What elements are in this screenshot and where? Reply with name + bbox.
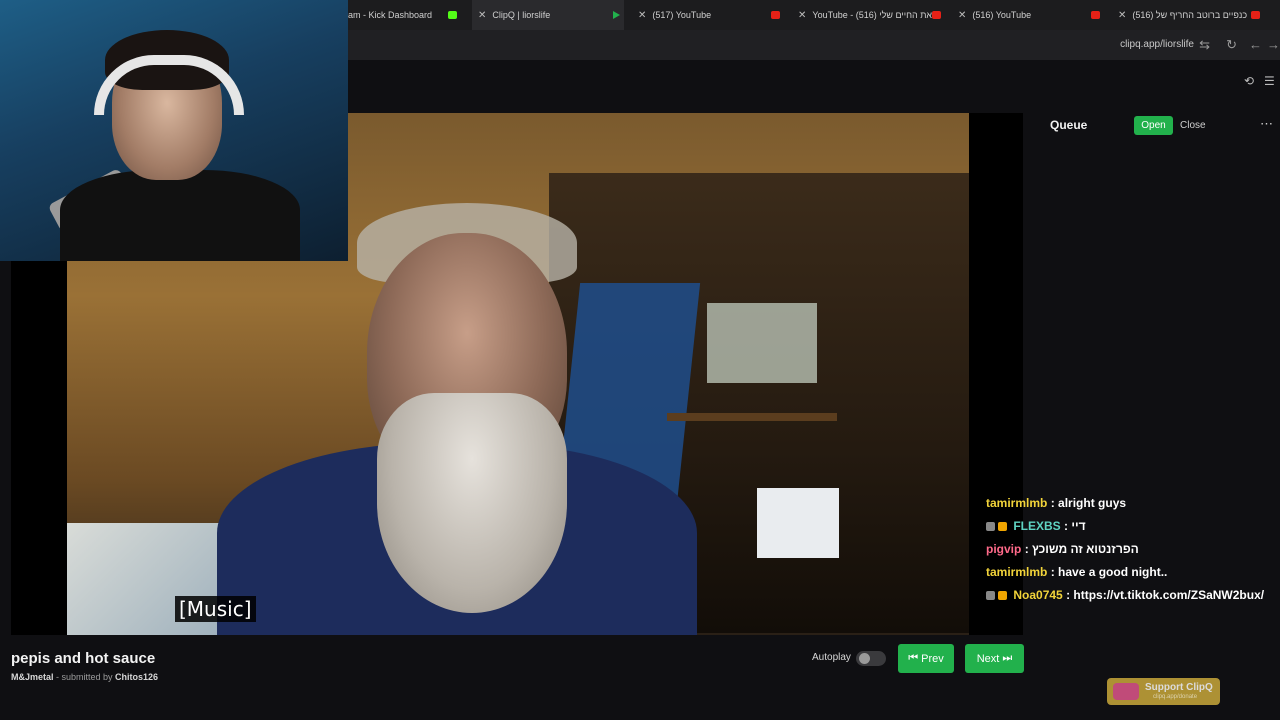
youtube-icon bbox=[771, 11, 780, 19]
autoplay-toggle[interactable] bbox=[856, 651, 886, 666]
tab-title: YouTube - את החיים שלי (516) bbox=[812, 10, 933, 20]
clip-channel[interactable]: M&Jmetal bbox=[11, 672, 54, 682]
printer-box bbox=[757, 488, 839, 558]
shelf bbox=[667, 413, 837, 421]
tab-title: (517) YouTube bbox=[652, 10, 712, 20]
support-label: Support ClipQ bbox=[1145, 682, 1213, 693]
person-beard bbox=[377, 393, 567, 613]
forward-icon[interactable]: → bbox=[1267, 37, 1280, 52]
tab-youtube-516c[interactable]: ✕ (516) כנפיים ברוטב החריף של bbox=[1112, 0, 1264, 30]
close-icon[interactable]: ✕ bbox=[478, 10, 486, 21]
chat-text[interactable]: : https://vt.tiktok.com/ZSaNW2bux/ bbox=[1066, 588, 1264, 602]
streamer-webcam bbox=[0, 0, 348, 261]
close-icon[interactable]: ✕ bbox=[638, 10, 646, 21]
kick-icon bbox=[448, 11, 458, 19]
support-logo-icon bbox=[1113, 683, 1139, 700]
chat-text: : הפרזנטוא זה משוכץ bbox=[1024, 542, 1139, 556]
tab-title: am - Kick Dashboard bbox=[348, 10, 433, 20]
clip-title: pepis and hot sauce bbox=[11, 650, 156, 667]
chat-username: Noa0745 bbox=[1013, 588, 1063, 602]
clip-submitter[interactable]: Chitos126 bbox=[115, 672, 158, 682]
tab-youtube-516b[interactable]: ✕ (516) YouTube bbox=[952, 0, 1104, 30]
youtube-icon bbox=[932, 11, 942, 19]
wall-poster bbox=[707, 303, 817, 383]
tab-title: (516) כנפיים ברוטב החריף של bbox=[1132, 10, 1248, 20]
youtube-icon bbox=[1091, 11, 1100, 19]
close-icon[interactable]: ✕ bbox=[1118, 10, 1126, 21]
support-clipq-button[interactable]: Support ClipQ clipq.app/donate bbox=[1107, 678, 1220, 705]
chat-username: pigvip bbox=[986, 542, 1022, 556]
next-icon: ⏭ bbox=[1002, 652, 1013, 664]
chat-text: : alright guys bbox=[1050, 496, 1127, 510]
chat-message: Noa0745 : https://vt.tiktok.com/ZSaNW2bu… bbox=[986, 584, 1280, 607]
chat-message: pigvip : הפרזנטוא זה משוכץ bbox=[986, 538, 1280, 561]
tab-kick-dashboard[interactable]: am - Kick Dashboard bbox=[348, 0, 466, 30]
history-icon[interactable]: ⟲ bbox=[1244, 74, 1254, 88]
tab-youtube-516a[interactable]: ✕ YouTube - את החיים שלי (516) bbox=[792, 0, 944, 30]
settings-sliders-icon[interactable]: ☰ bbox=[1264, 74, 1275, 88]
crown-icon bbox=[998, 591, 1007, 601]
next-label: Next bbox=[976, 652, 1000, 665]
badge-icon bbox=[986, 522, 995, 532]
streamer-shirt bbox=[60, 170, 300, 261]
tab-title: ClipQ | liorslife bbox=[492, 10, 551, 20]
more-options-icon[interactable]: ⋯ bbox=[1260, 116, 1273, 132]
prev-icon: ⏮ bbox=[908, 652, 919, 664]
close-icon[interactable]: ✕ bbox=[958, 10, 966, 21]
prev-label: Prev bbox=[921, 652, 944, 665]
tab-youtube-517[interactable]: ✕ (517) YouTube bbox=[632, 0, 784, 30]
queue-title: Queue bbox=[1050, 118, 1088, 132]
clip-meta: M&Jmetal - submitted by Chitos126 bbox=[11, 672, 158, 682]
chat-text: : have a good night.. bbox=[1050, 565, 1168, 579]
next-button[interactable]: Next ⏭ bbox=[965, 644, 1024, 673]
prev-button[interactable]: ⏮ Prev bbox=[898, 644, 954, 673]
back-icon[interactable]: ← bbox=[1249, 37, 1262, 52]
queue-open-button[interactable]: Open bbox=[1134, 116, 1173, 135]
tab-clipq[interactable]: ✕ ClipQ | liorslife bbox=[472, 0, 624, 30]
support-sub: clipq.app/donate bbox=[1153, 694, 1198, 700]
clipq-icon bbox=[613, 11, 620, 19]
queue-close-button[interactable]: Close bbox=[1180, 116, 1206, 135]
video-caption: [Music] bbox=[175, 596, 256, 622]
chat-message: tamirmlmb : alright guys bbox=[986, 492, 1280, 515]
chat-message: tamirmlmb : have a good night.. bbox=[986, 561, 1280, 584]
translate-icon[interactable]: ⇆ bbox=[1199, 37, 1210, 53]
chat-overlay: tamirmlmb : alright guys FLEXBS : דיי pi… bbox=[986, 492, 1280, 607]
submitted-by-text: - submitted by bbox=[53, 672, 116, 682]
close-icon[interactable]: ✕ bbox=[798, 10, 806, 21]
reload-icon[interactable]: ↻ bbox=[1226, 37, 1237, 53]
chat-username: tamirmlmb bbox=[986, 496, 1048, 510]
chat-username: tamirmlmb bbox=[986, 565, 1048, 579]
badge-icon bbox=[986, 591, 995, 601]
chat-text: : דיי bbox=[1064, 519, 1086, 533]
youtube-icon bbox=[1251, 11, 1260, 19]
url-text[interactable]: clipq.app/liorslife bbox=[1120, 39, 1194, 50]
autoplay-label: Autoplay bbox=[812, 652, 851, 663]
toggle-knob bbox=[859, 653, 870, 664]
badge-icon bbox=[998, 522, 1007, 532]
chat-message: FLEXBS : דיי bbox=[986, 515, 1280, 538]
chat-username: FLEXBS bbox=[1013, 519, 1061, 533]
tab-title: (516) YouTube bbox=[972, 10, 1032, 20]
